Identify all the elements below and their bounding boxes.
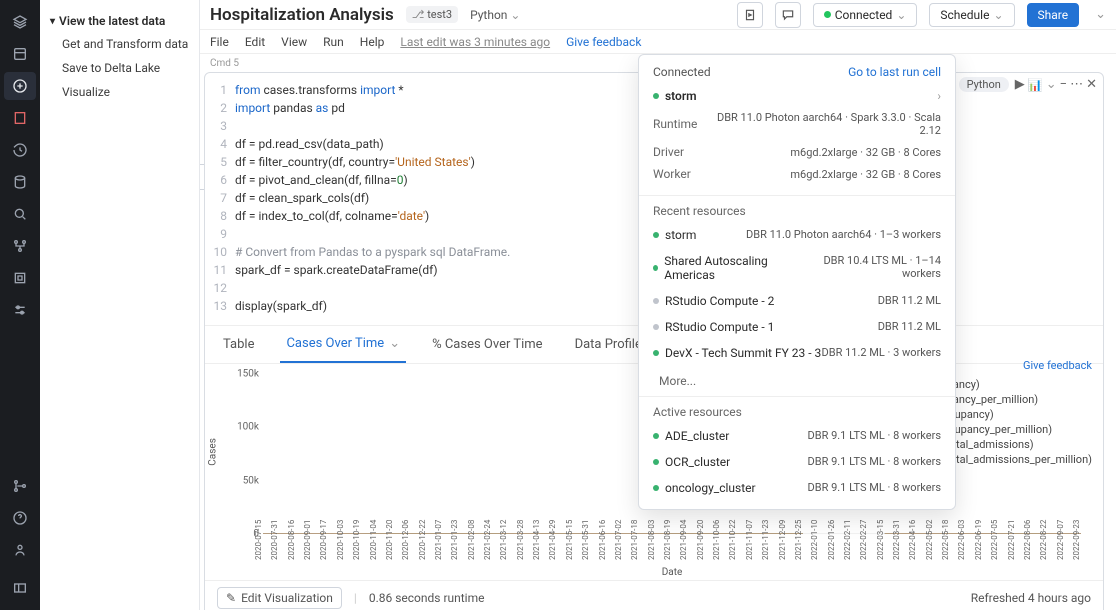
last-edit-text[interactable]: Last edit was 3 minutes ago [400,35,550,49]
result-tab[interactable]: % Cases Over Time [426,326,548,363]
language-selector[interactable]: Python ⌄ [470,8,520,22]
more-resources[interactable]: More... [639,366,955,396]
notebook-title[interactable]: Hospitalization Analysis [210,5,394,25]
refreshed-text: Refreshed 4 hours ago [971,591,1091,605]
run-icon[interactable]: ▶ [1015,77,1025,92]
chart-icon[interactable]: 📊 [1028,78,1043,92]
menubar: File Edit View Run Help Last edit was 3 minu… [200,30,1116,54]
compute-icon[interactable] [4,264,36,292]
cmd-label: Cmd 5 [210,58,239,69]
recent-resource[interactable]: RStudio Compute - 2DBR 11.2 ML [639,288,955,314]
schedule-dropdown[interactable]: Schedule⌄ [929,3,1014,27]
outline-header-text: View the latest data [59,14,165,28]
history-icon[interactable] [4,136,36,164]
recent-resource[interactable]: RStudio Compute - 1DBR 11.2 ML [639,314,955,340]
sliders-icon[interactable] [4,296,36,324]
branch-icon[interactable] [4,472,36,500]
y-axis-label: Cases [208,438,219,466]
cell-toolbar: ▶ 📊 ⌄ − ⋯ ✕ [1015,77,1097,92]
recent-resource[interactable]: DevX - Tech Summit FY 23 - 3DBR 11.2 ML … [639,340,955,366]
active-cluster-name[interactable]: storm [665,89,697,103]
outline-item[interactable]: Save to Delta Lake [40,56,199,80]
recent-header: Recent resources [639,196,955,222]
run-history-icon[interactable] [737,2,763,28]
menu-item[interactable]: File [210,35,229,49]
cell-footer: ✎Edit Visualization | 0.86 seconds runti… [205,580,1103,610]
edit-visualization-button[interactable]: ✎Edit Visualization [217,587,342,609]
workflows-icon[interactable] [4,232,36,260]
result-tab[interactable]: Cases Over Time ⌄ [280,326,406,363]
workspace-icon[interactable] [4,40,36,68]
active-resource[interactable]: oncology_clusterDBR 9.1 LTS ML · 8 worke… [639,475,955,501]
feedback-link[interactable]: Give feedback [566,35,641,49]
cell-menu-icon[interactable]: ⌄ [1046,77,1057,92]
menu-item[interactable]: Help [360,35,385,49]
comments-icon[interactable] [775,2,801,28]
recent-resource[interactable]: Shared Autoscaling AmericasDBR 10.4 LTS … [639,248,955,288]
cluster-popover: Connected Go to last run cell storm › Ru… [638,54,956,510]
active-resource[interactable]: ADE_clusterDBR 9.1 LTS ML · 8 workers [639,423,955,449]
panel-icon[interactable] [4,574,36,602]
result-tab[interactable]: Data Profile [569,326,648,363]
connected-dropdown[interactable]: Connected⌄ [813,3,918,27]
branch-tag[interactable]: ⎇ test3 [406,6,458,23]
goto-last-run-link[interactable]: Go to last run cell [848,65,941,79]
popover-status: Connected [653,65,711,79]
worker-spec: m6gd.2xlarge · 32 GB · 8 Cores [790,168,941,181]
outline-header[interactable]: ▾View the latest data [40,10,199,32]
logo-icon[interactable] [4,8,36,36]
help-icon[interactable] [4,504,36,532]
x-axis-label: Date [662,567,683,578]
runtime-text: 0.86 seconds runtime [369,591,485,605]
runtime-spec: DBR 11.0 Photon aarch64 · Spark 3.3.0 · … [697,111,941,137]
result-tab[interactable]: Table [217,326,260,363]
outline-sidebar: ▾View the latest data Get and Transform … [40,0,200,610]
active-resource[interactable]: OCR_clusterDBR 9.1 LTS ML · 8 workers [639,449,955,475]
driver-spec: m6gd.2xlarge · 32 GB · 8 Cores [790,146,941,159]
user-icon[interactable] [4,536,36,564]
recents-icon[interactable] [4,104,36,132]
topbar: Hospitalization Analysis ⎇ test3 Python … [200,0,1116,30]
menu-item[interactable]: Run [323,35,344,49]
more-menu[interactable]: ⌄ [1095,7,1106,22]
search-icon[interactable] [4,200,36,228]
chevron-right-icon[interactable]: › [937,89,941,103]
new-icon[interactable] [4,72,36,100]
left-rail [0,0,40,610]
menu-item[interactable]: Edit [245,35,265,49]
minimize-icon[interactable]: − [1060,77,1067,92]
data-icon[interactable] [4,168,36,196]
active-header: Active resources [639,396,955,423]
menu-item[interactable]: View [281,35,307,49]
recent-resource[interactable]: stormDBR 11.0 Photon aarch64 · 1–3 worke… [639,222,955,248]
outline-item[interactable]: Get and Transform data [40,32,199,56]
more-icon[interactable]: ⋯ [1070,77,1083,92]
outline-item[interactable]: Visualize [40,80,199,104]
content-area: ‹ Cmd 5 Python ▶ 📊 ⌄ − ⋯ ✕ 1234567891011… [200,54,1116,610]
close-icon[interactable]: ✕ [1086,77,1097,92]
cell-lang-chip[interactable]: Python [959,77,1009,92]
share-button[interactable]: Share [1027,3,1080,27]
